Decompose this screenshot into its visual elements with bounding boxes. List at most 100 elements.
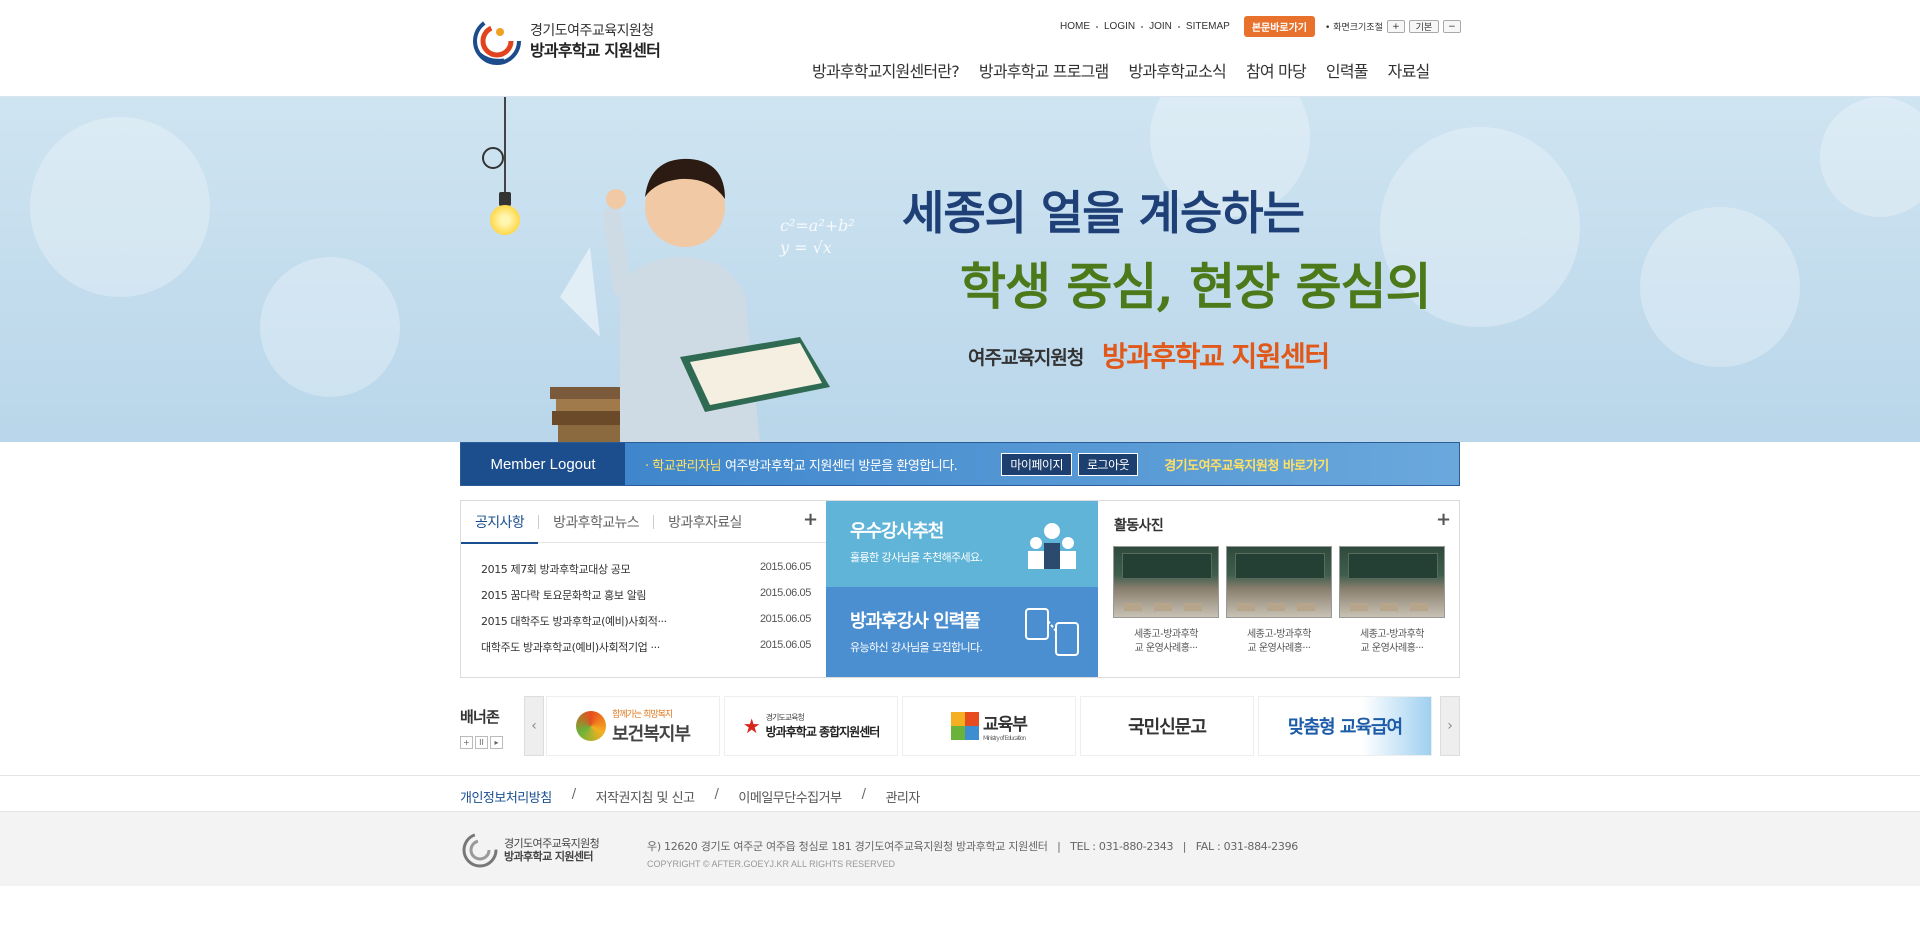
notice-date: 2015.06.05 (759, 587, 811, 599)
main-nav: 방과후학교지원센터란? 방과후학교 프로그램 방과후학교소식 참여 마당 인력풀… (812, 58, 1431, 82)
banner-label: 방과후학교 종합지원센터 (765, 725, 881, 739)
list-item[interactable]: 2015 꿈다락 토요문화학교 홍보 알림 2015.06.05 (481, 587, 811, 613)
notice-list: 2015 제7회 방과후학교대상 공모 2015.06.05 2015 꿈다락 … (481, 561, 811, 665)
notice-more-icon[interactable]: + (803, 509, 818, 530)
photo-item[interactable]: 세종고-방과후학 교 운영사례홍··· (1339, 546, 1445, 656)
devices-icon (1025, 608, 1079, 656)
mypage-button[interactable]: 마이페이지 (1001, 452, 1073, 476)
promo-panel: 우수강사추천 훌륭한 강사님을 추천해주세요. 방과후강사 인력풀 유능하신 강… (826, 501, 1098, 677)
footer-emblem-icon (462, 832, 498, 868)
activity-photos: 활동사진 + 세종고-방과후학 교 운영사례홍··· 세종고-방과후학 교 운영… (1098, 501, 1459, 677)
notice-title[interactable]: 2015 제7회 방과후학교대상 공모 (481, 561, 631, 587)
ministry-sub: Ministry of Education (983, 735, 1026, 742)
hero-bubble (260, 257, 400, 397)
photos-more-icon[interactable]: + (1436, 509, 1451, 530)
tab-resources[interactable]: 방과후자료실 (654, 512, 756, 532)
notice-tabs: 공지사항 방과후학교뉴스 방과후자료실 (461, 501, 826, 544)
footer-logo: 경기도여주교육지원청 방과후학교 지원센터 (460, 830, 600, 870)
photo-caption: 세종고-방과후학 (1359, 629, 1425, 640)
footer-copyright: COPYRIGHT © AFTER.GOEYJ.KR ALL RIGHTS RE… (647, 859, 896, 869)
photo-item[interactable]: 세종고-방과후학 교 운영사례홍··· (1226, 546, 1332, 656)
util-home-link[interactable]: HOME (1054, 21, 1096, 32)
photo-caption: 교 운영사례홍··· (1134, 643, 1198, 654)
welfare-logo-icon (576, 711, 607, 741)
banner-label: 보건복지부 (612, 723, 691, 745)
tab-notice[interactable]: 공지사항 (461, 512, 539, 544)
goto-office-link[interactable]: 경기도여주교육지원청 바로가기 (1164, 455, 1329, 474)
site-footer: 경기도여주교육지원청 방과후학교 지원센터 우) 12620 경기도 여주군 여… (0, 812, 1920, 886)
notice-title[interactable]: 2015 꿈다락 토요문화학교 홍보 알림 (481, 587, 647, 613)
font-increase-button[interactable]: + (1386, 20, 1405, 33)
banner-add-button[interactable]: + (460, 736, 473, 749)
hero-line1: 세종의 얼을 계승하는 (902, 186, 1305, 240)
photo-caption: 세종고-방과후학 (1246, 629, 1312, 640)
recommend-instructor-banner[interactable]: 우수강사추천 훌륭한 강사님을 추천해주세요. (826, 501, 1098, 587)
photo-caption: 교 운영사례홍··· (1247, 643, 1311, 654)
lamp-ring-icon (482, 147, 504, 169)
afterschool-top: 경기도교육청 (765, 713, 805, 722)
nav-about[interactable]: 방과후학교지원센터란? (812, 58, 960, 82)
banner-edu-benefit[interactable]: 맞춤형 교육급여 (1258, 696, 1432, 756)
photo-thumbnail (1339, 546, 1445, 618)
banner-education-ministry[interactable]: 교육부 Ministry of Education (902, 696, 1076, 756)
footer-address: 우) 12620 경기도 여주군 여주읍 청심로 181 경기도여주교육지원청 … (647, 840, 1298, 853)
photo-item[interactable]: 세종고-방과후학 교 운영사례홍··· (1113, 546, 1219, 656)
hero-bubble (1820, 97, 1920, 217)
banner-play-button[interactable]: ▸ (490, 736, 503, 749)
font-default-button[interactable]: 기본 (1408, 20, 1439, 33)
photo-thumbnail (1226, 546, 1332, 618)
photo-caption: 교 운영사례홍··· (1360, 643, 1424, 654)
notice-title[interactable]: 2015 대학주도 방과후학교(예비)사회적··· (481, 613, 667, 639)
tab-news[interactable]: 방과후학교뉴스 (539, 512, 653, 532)
member-welcome-text: 여주방과후학교 지원센터 방문을 환영합니다. (725, 458, 958, 474)
banner-pause-button[interactable]: II (475, 736, 488, 749)
admin-link[interactable]: 관리자 (885, 787, 920, 806)
banner-label: 교육부 (983, 715, 1028, 735)
logo-line2: 방과후학교 지원센터 (530, 41, 661, 60)
banner-zone-label: 배너존 (460, 708, 500, 726)
logout-button[interactable]: 로그아웃 (1078, 452, 1139, 476)
hero-bubble (30, 117, 210, 297)
util-sitemap-link[interactable]: SITEMAP (1180, 21, 1236, 32)
hero-banner: c²=a²+b² y = √x 세종의 얼을 계승하는 학생 중심, 현장 중심의… (0, 97, 1920, 442)
member-bar: Member Logout · 학교관리자님 여주방과후학교 지원센터 방문을 … (460, 442, 1460, 486)
site-header: 경기도여주교육지원청 방과후학교 지원센터 HOME LOGIN JOIN SI… (0, 0, 1920, 97)
util-join-link[interactable]: JOIN (1143, 21, 1178, 32)
banner-controls: + II ▸ (460, 736, 505, 749)
banner-welfare-ministry[interactable]: 함께가는 희망복지 보건복지부 (546, 696, 720, 756)
hero-bubble (1640, 207, 1800, 367)
member-logout-title: Member Logout (461, 443, 625, 485)
banner-label: 맞춤형 교육급여 (1287, 717, 1403, 738)
list-item[interactable]: 2015 대학주도 방과후학교(예비)사회적··· 2015.06.05 (481, 613, 811, 639)
site-logo[interactable]: 경기도여주교육지원청 방과후학교 지원센터 (470, 14, 661, 68)
font-decrease-button[interactable]: − (1442, 20, 1461, 33)
nav-talent-pool[interactable]: 인력풀 (1326, 58, 1369, 82)
lamp-cord (504, 97, 506, 192)
list-item[interactable]: 대학주도 방과후학교(예비)사회적기업 ··· 2015.06.05 (481, 639, 811, 665)
copyright-policy-link[interactable]: 저작권지침 및 신고 (596, 787, 695, 806)
nav-resources[interactable]: 자료실 (1388, 58, 1431, 82)
skip-to-content-button[interactable]: 본문바로가기 (1243, 16, 1316, 37)
banner-prev-arrow-icon[interactable]: ‹ (524, 696, 544, 756)
nav-participation[interactable]: 참여 마당 (1246, 58, 1307, 82)
nav-program[interactable]: 방과후학교 프로그램 (979, 58, 1109, 82)
lamp-socket (499, 192, 511, 206)
notice-board: 공지사항 방과후학교뉴스 방과후자료실 + 2015 제7회 방과후학교대상 공… (461, 501, 826, 677)
instructor-pool-banner[interactable]: 방과후강사 인력풀 유능하신 강사님을 모집합니다. (826, 587, 1098, 677)
nav-news[interactable]: 방과후학교소식 (1128, 58, 1226, 82)
welfare-slogan: 함께가는 희망복지 (612, 709, 673, 720)
page-bottom-spacer (0, 886, 1920, 936)
footer-logo-line2: 방과후학교 지원센터 (504, 850, 594, 863)
banner-next-arrow-icon[interactable]: › (1440, 696, 1460, 756)
list-item[interactable]: 2015 제7회 방과후학교대상 공모 2015.06.05 (481, 561, 811, 587)
util-login-link[interactable]: LOGIN (1098, 21, 1141, 32)
hero-line3-org: 여주교육지원청 (968, 347, 1084, 369)
email-refusal-link[interactable]: 이메일무단수집거부 (738, 787, 842, 806)
footer-links-bar: 개인정보처리방침 / 저작권지침 및 신고 / 이메일무단수집거부 / 관리자 (0, 775, 1920, 812)
notice-title[interactable]: 대학주도 방과후학교(예비)사회적기업 ··· (481, 639, 660, 665)
hero-math-doodle: c²=a²+b² y = √x (780, 216, 855, 257)
star-logo-icon: ★ (742, 714, 761, 738)
banner-epeople[interactable]: 국민신문고 (1080, 696, 1254, 756)
banner-afterschool-center[interactable]: ★ 경기도교육청 방과후학교 종합지원센터 (724, 696, 898, 756)
privacy-policy-link[interactable]: 개인정보처리방침 (460, 787, 552, 806)
